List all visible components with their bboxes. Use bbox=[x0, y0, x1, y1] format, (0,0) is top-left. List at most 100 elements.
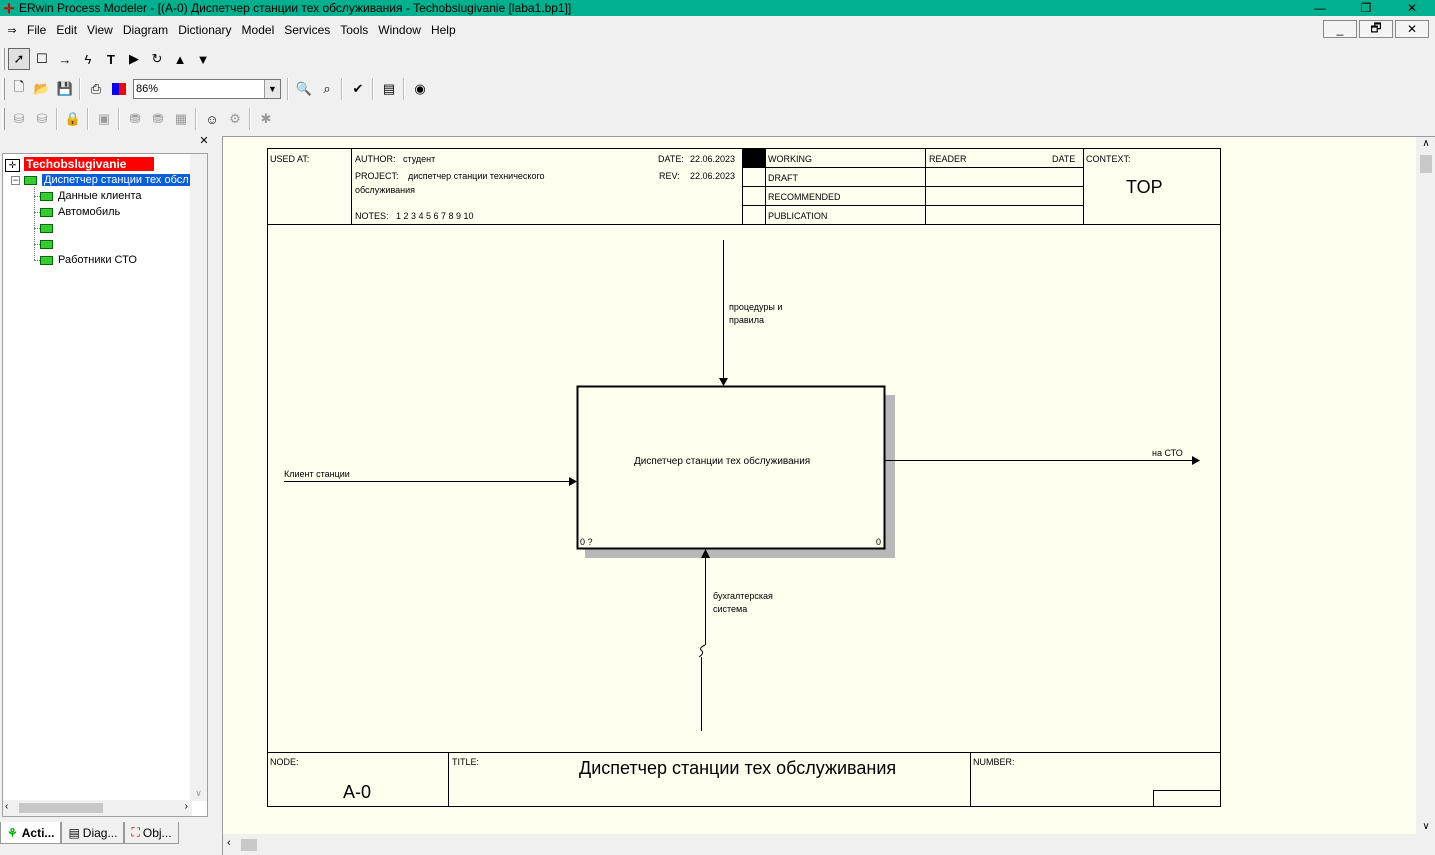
grid-icon[interactable]: ▦ bbox=[170, 108, 192, 130]
color-icon[interactable] bbox=[108, 78, 130, 100]
control-label-line2: правила bbox=[729, 315, 764, 325]
toolbar-grip[interactable] bbox=[2, 48, 5, 70]
footer-number-box bbox=[1153, 790, 1221, 807]
tree-item[interactable]: Работники СТО bbox=[34, 253, 137, 268]
menu-tools[interactable]: Tools bbox=[335, 19, 373, 41]
scroll-left-icon[interactable]: ‹ bbox=[227, 837, 231, 849]
menu-file[interactable]: File bbox=[22, 19, 51, 41]
connect-icon[interactable]: ⛁ bbox=[8, 108, 30, 130]
diagram-canvas[interactable]: USED AT: AUTHOR: студент DATE: 22.06.202… bbox=[223, 137, 1416, 834]
tree-root-row[interactable]: ✛ Techobslugivanie bbox=[5, 157, 155, 172]
toolbar-separator bbox=[403, 78, 405, 100]
close-icon[interactable]: ✕ bbox=[198, 136, 210, 148]
scroll-right-icon[interactable]: › bbox=[185, 801, 188, 812]
model-root-icon: ✛ bbox=[5, 158, 20, 172]
scroll-down-icon[interactable]: ∨ bbox=[1417, 821, 1435, 832]
title-bar: ✛ ERwin Process Modeler - [(A-0) Диспетч… bbox=[0, 0, 1435, 16]
disconnect-icon[interactable]: ⛁ bbox=[31, 108, 53, 130]
menu-help[interactable]: Help bbox=[426, 19, 461, 41]
goto-sibling-tool-icon[interactable]: ▶ bbox=[123, 48, 145, 70]
go-to-child-icon[interactable]: ▼ bbox=[192, 48, 214, 70]
scroll-thumb[interactable] bbox=[1420, 155, 1432, 173]
users-icon[interactable]: ☺ bbox=[201, 108, 223, 130]
mechanism-label-line2: система bbox=[713, 604, 747, 614]
new-file-icon[interactable]: 🗋 bbox=[8, 78, 30, 100]
minimize-button[interactable]: — bbox=[1297, 0, 1343, 16]
toolbar-grip[interactable] bbox=[2, 78, 5, 100]
spell-check-icon[interactable]: ✔ bbox=[347, 78, 369, 100]
open-file-icon[interactable]: 📂 bbox=[31, 78, 53, 100]
close-button[interactable]: ✕ bbox=[1389, 0, 1435, 16]
activity-tree: ✛ Techobslugivanie − Диспетчер станции тех… bbox=[2, 153, 208, 817]
scroll-left-icon[interactable]: ‹ bbox=[5, 801, 8, 812]
arrow-tool-icon[interactable]: → bbox=[54, 48, 76, 70]
menu-model[interactable]: Model bbox=[237, 19, 280, 41]
mdi-close-button[interactable]: ✕ bbox=[1395, 20, 1429, 38]
mdi-restore-button[interactable]: 🗗 bbox=[1359, 20, 1393, 38]
database-icon[interactable]: ⛃ bbox=[124, 108, 146, 130]
tab-label: Obj... bbox=[142, 825, 172, 840]
diagram-window: USED AT: AUTHOR: студент DATE: 22.06.202… bbox=[222, 136, 1435, 855]
off-page-reference-icon[interactable]: ↻ bbox=[146, 48, 168, 70]
activities-tab-icon: ⚘ bbox=[7, 825, 18, 840]
author-label: AUTHOR: bbox=[355, 154, 396, 164]
model-explorer-icon[interactable]: ▤ bbox=[378, 78, 400, 100]
status-working: WORKING bbox=[768, 154, 812, 164]
document-system-icon[interactable]: ⇒ bbox=[2, 24, 22, 37]
scroll-thumb[interactable] bbox=[241, 839, 257, 851]
menu-view[interactable]: View bbox=[82, 19, 118, 41]
zoom-select[interactable]: 86% ▼ bbox=[133, 79, 281, 99]
activity-box-tool-icon[interactable]: ☐ bbox=[31, 48, 53, 70]
squiggle-tool-icon[interactable]: ϟ bbox=[77, 48, 99, 70]
tree-horizontal-scrollbar[interactable]: ‹ › bbox=[3, 800, 192, 816]
mechanism-label-line1: бухгалтерская bbox=[713, 591, 773, 601]
tree-item[interactable] bbox=[34, 237, 58, 252]
menu-services[interactable]: Services bbox=[279, 19, 335, 41]
tree-item[interactable]: Автомобиль bbox=[34, 205, 120, 220]
bug-icon[interactable]: ✱ bbox=[255, 108, 277, 130]
tree-item-selected[interactable]: − Диспетчер станции тех обсл bbox=[11, 173, 193, 188]
save-icon[interactable]: 💾 bbox=[54, 78, 76, 100]
output-arrowhead bbox=[1192, 456, 1200, 465]
menu-window[interactable]: Window bbox=[373, 19, 426, 41]
tree-item[interactable] bbox=[34, 221, 58, 236]
go-to-parent-icon[interactable]: ▲ bbox=[169, 48, 191, 70]
menu-diagram[interactable]: Diagram bbox=[118, 19, 173, 41]
activity-box[interactable] bbox=[576, 385, 886, 550]
menu-dictionary[interactable]: Dictionary bbox=[173, 19, 236, 41]
context-label: CONTEXT: bbox=[1086, 154, 1131, 164]
mdi-minimize-button[interactable]: _ bbox=[1323, 20, 1357, 38]
tools-icon[interactable]: ⚙ bbox=[224, 108, 246, 130]
input-label: Клиент станции bbox=[284, 469, 350, 479]
print-icon[interactable]: ⎙ bbox=[85, 78, 107, 100]
tab-activities[interactable]: ⚘ Acti... bbox=[0, 822, 62, 844]
zoom-in-icon[interactable]: 🔍 bbox=[293, 78, 315, 100]
zoom-fit-icon[interactable]: ⌕ bbox=[316, 78, 338, 100]
menu-edit[interactable]: Edit bbox=[51, 19, 82, 41]
tab-diagrams[interactable]: ▤ Diag... bbox=[61, 822, 125, 844]
lock-icon[interactable]: 🔒 bbox=[62, 108, 84, 130]
scroll-up-icon[interactable]: ∧ bbox=[1417, 138, 1435, 149]
scroll-thumb[interactable] bbox=[19, 803, 103, 813]
canvas-horizontal-scrollbar[interactable]: ‹ bbox=[223, 835, 1435, 855]
cube-icon[interactable]: ▣ bbox=[93, 108, 115, 130]
globe-icon[interactable]: ◉ bbox=[409, 78, 431, 100]
canvas-vertical-scrollbar[interactable]: ∧ ∨ bbox=[1417, 137, 1435, 834]
tree-vertical-scrollbar[interactable]: ∨ bbox=[190, 154, 207, 801]
chevron-down-icon[interactable]: ▼ bbox=[264, 80, 280, 98]
tab-objects[interactable]: ⛶ Obj... bbox=[124, 822, 179, 844]
pointer-tool-icon[interactable]: ➚ bbox=[8, 48, 30, 70]
reader-label: READER bbox=[929, 154, 967, 164]
text-tool-icon[interactable]: T bbox=[100, 48, 122, 70]
number-label: NUMBER: bbox=[973, 757, 1015, 767]
drawing-toolbar: ➚ ☐ → ϟ T ▶ ↻ ▲ ▼ bbox=[0, 45, 214, 73]
tree-item-label: Работники СТО bbox=[58, 254, 137, 266]
collapse-icon[interactable]: − bbox=[11, 175, 20, 185]
maximize-button[interactable]: ❐ bbox=[1343, 0, 1389, 16]
toolbar-grip[interactable] bbox=[2, 108, 5, 130]
activity-node-icon bbox=[40, 191, 53, 201]
scroll-down-icon[interactable]: ∨ bbox=[190, 788, 207, 799]
tree-item[interactable]: Данные клиента bbox=[34, 189, 142, 204]
library-icon[interactable]: ⛃ bbox=[147, 108, 169, 130]
window-title: ERwin Process Modeler - [(A-0) Диспетчер… bbox=[19, 1, 572, 15]
